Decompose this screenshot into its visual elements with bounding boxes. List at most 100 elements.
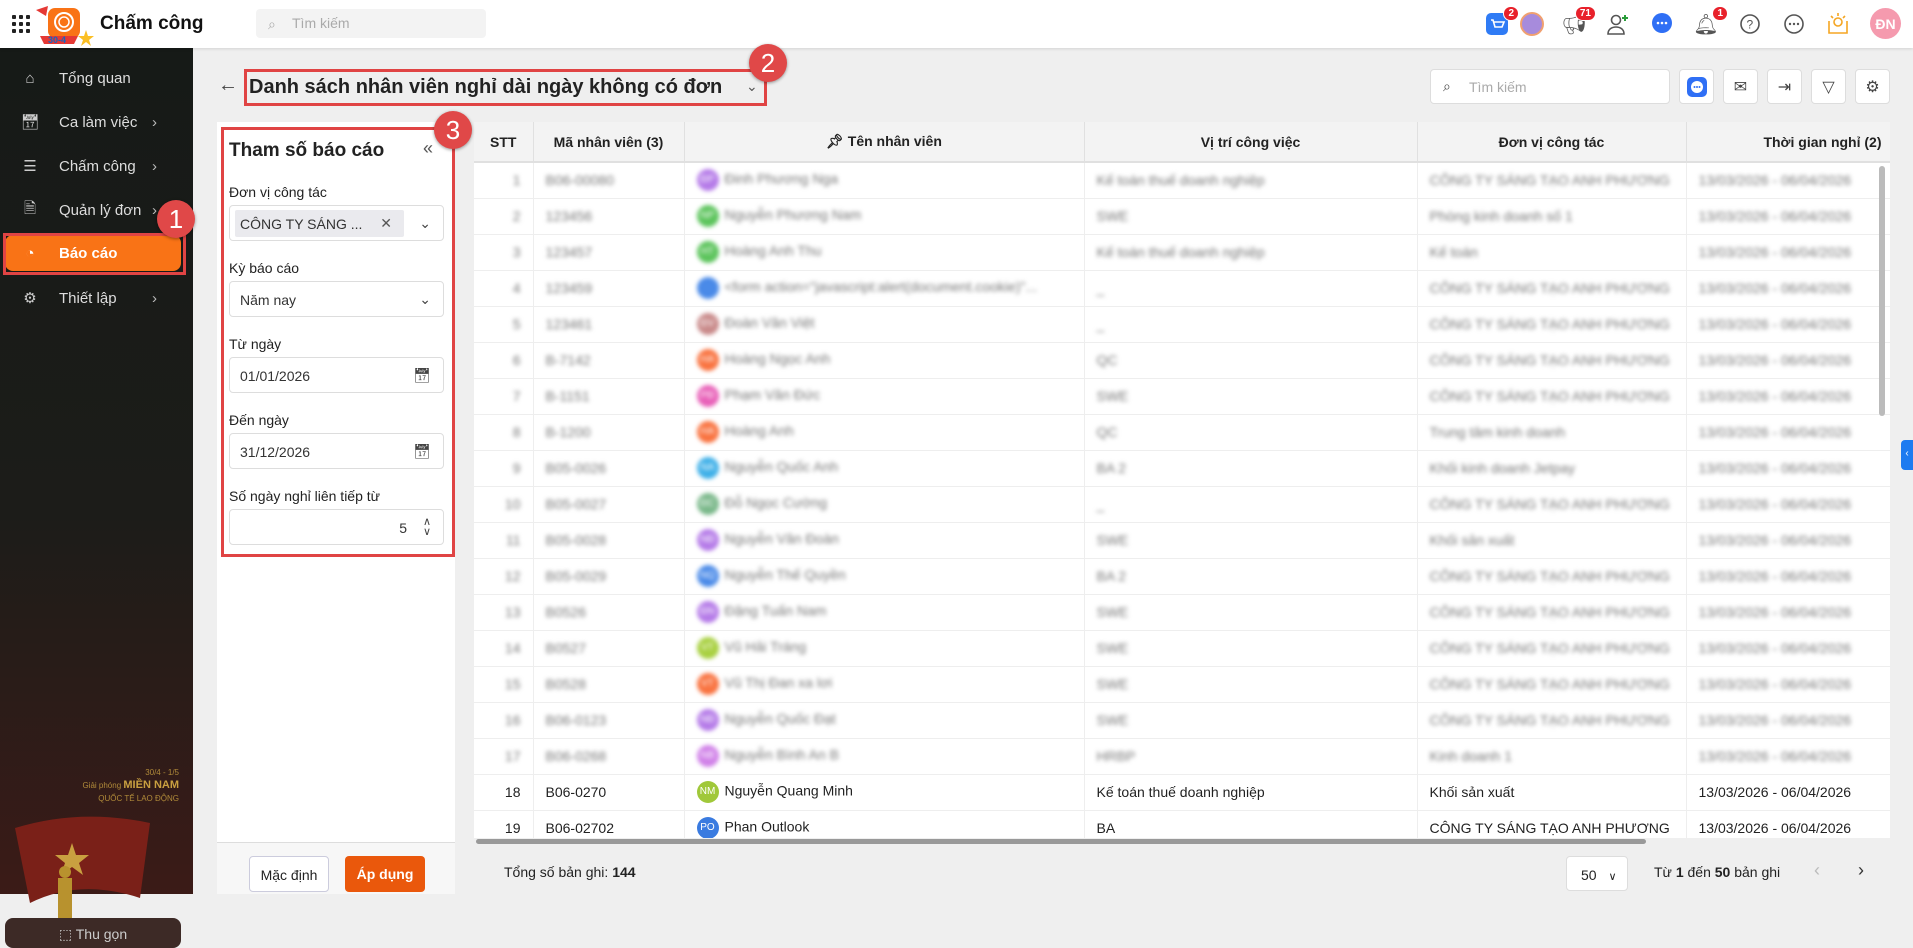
table-row[interactable]: 3 123457 HT Hoàng Anh Thu Kế toán thuế doanh… — [474, 234, 1890, 271]
notification-button[interactable]: 🔔︎ 1 — [1692, 6, 1728, 38]
more-button[interactable] — [1780, 10, 1808, 38]
table-row[interactable]: 17 B06-0268 NB Nguyễn Bình An B HRBP Kinh doa… — [474, 738, 1890, 775]
cell-time: 13/03/2026 - 06/04/2026 — [1686, 162, 1890, 199]
cell-unit: Trung tâm kinh doanh — [1417, 414, 1687, 451]
table-row[interactable]: 11 B05-0028 NĐ Nguyễn Văn Đoàn SWE Khối sản x… — [474, 522, 1890, 559]
collapse-sidebar-button[interactable]: ⬚ Thu gọn — [5, 918, 181, 948]
col-header-position[interactable]: Vị trí công việc — [1084, 122, 1418, 163]
chat-button[interactable] — [1648, 10, 1676, 38]
employee-name[interactable]: Đỗ Ngọc Cường — [725, 495, 828, 511]
sidebar-item-reports[interactable]: ◔ Báo cáo — [5, 235, 181, 271]
user-avatar[interactable]: ĐN — [1870, 8, 1901, 39]
employee-name[interactable]: Đinh Phương Nga — [725, 171, 839, 187]
vertical-scrollbar[interactable] — [1879, 166, 1885, 416]
announcement-button[interactable]: 📢︎ 71 — [1560, 6, 1596, 38]
employee-name[interactable]: Nguyễn Quốc Đạt — [725, 711, 836, 727]
employee-name[interactable]: Vũ Thị Đan xa lơi — [725, 675, 833, 691]
table-row[interactable]: 19 B06-02702 PO Phan Outlook BA CÔNG TY SÁNG … — [474, 810, 1890, 838]
employee-name[interactable]: Hoàng Anh — [725, 423, 794, 439]
employee-name[interactable]: Nguyễn Bình An B — [725, 747, 839, 763]
employee-name[interactable]: Nguyễn Quốc Anh — [725, 459, 839, 475]
add-user-button[interactable] — [1604, 10, 1632, 38]
email-button[interactable]: ✉ — [1723, 69, 1758, 104]
employee-name[interactable]: Đoàn Văn Việt — [725, 315, 815, 331]
back-arrow-icon[interactable]: ← — [218, 74, 238, 97]
default-button[interactable]: Mặc định — [249, 856, 329, 892]
sidebar-item-overview[interactable]: ⌂ Tổng quan — [5, 60, 183, 96]
table-search-input[interactable]: ⌕ Tìm kiếm — [1430, 69, 1670, 104]
table-row[interactable]: 10 B05-0027 ĐC Đỗ Ngọc Cường _ CÔNG TY SÁNG T… — [474, 486, 1890, 523]
employee-name[interactable]: Hoàng Anh Thu — [725, 243, 822, 259]
employee-name[interactable]: Nguyễn Phương Nam — [725, 207, 862, 223]
cell-time: 13/03/2026 - 06/04/2026 — [1686, 342, 1890, 379]
table-row[interactable]: 4 123459 <form action="javascript:alert(do… — [474, 270, 1890, 307]
table-row[interactable]: 18 B06-0270 NM Nguyễn Quang Minh Kế toán thu… — [474, 774, 1890, 811]
calendar-icon[interactable]: 📅︎ — [413, 443, 431, 460]
table-row[interactable]: 8 B-1200 HA Hoàng Anh QC Trung tâm kinh doanh… — [474, 414, 1890, 451]
unit-select[interactable]: CÔNG TY SÁNG ... ✕ ⌄ — [229, 205, 444, 241]
sidebar-item-settings[interactable]: ⚙ Thiết lập › — [5, 280, 183, 316]
employee-name[interactable]: Nguyễn Văn Đoàn — [725, 531, 839, 547]
sidebar-item-attendance[interactable]: ☰ Chấm công › — [5, 148, 183, 184]
employee-name[interactable]: Vũ Hải Tráng — [725, 639, 807, 655]
employee-name[interactable]: Nguyễn Thế Quyền — [725, 567, 846, 583]
col-header-unit[interactable]: Đơn vị công tác — [1417, 122, 1687, 163]
cell-code: B06-02702 — [533, 810, 685, 838]
employee-name[interactable]: Nguyễn Quang Minh — [725, 783, 853, 799]
table-row[interactable]: 2 123456 NP Nguyễn Phương Nam SWE Phòng kinh … — [474, 198, 1890, 235]
calendar-icon[interactable]: 📅︎ — [413, 367, 431, 384]
prev-page-button[interactable]: ‹ — [1814, 860, 1820, 881]
promo-banner: 30/4 - 1/5 Giải phóng MIỀN NAM QUỐC TẾ LAO… — [0, 748, 193, 928]
chevron-down-icon[interactable]: ⌄ — [746, 78, 758, 95]
table-row[interactable]: 12 B05-0029 NQ Nguyễn Thế Quyền BA 2 CÔNG TY … — [474, 558, 1890, 595]
col-header-name[interactable]: 📌︎ Tên nhân viên — [684, 122, 1085, 163]
table-row[interactable]: 15 B0528 VT Vũ Thị Đan xa lơi SWE CÔNG TY SÁN… — [474, 666, 1890, 703]
table-row[interactable]: 14 B0527 VT Vũ Hải Tráng SWE CÔNG TY SÁNG TẠO… — [474, 630, 1890, 667]
to-date-input[interactable]: 31/12/2026 📅︎ — [229, 433, 444, 469]
page-size-select[interactable]: 50 ∨ — [1566, 856, 1628, 891]
avatar: NĐ — [696, 529, 719, 551]
period-label: Kỳ báo cáo — [229, 260, 300, 276]
col-header-time[interactable]: Thời gian nghỉ (2) — [1686, 122, 1890, 163]
table-row[interactable]: 9 B05-0026 NA Nguyễn Quốc Anh BA 2 Khối kinh … — [474, 450, 1890, 487]
employee-name[interactable]: Hoàng Ngọc Anh — [725, 351, 831, 367]
collapse-panel-icon[interactable]: « — [423, 138, 433, 159]
side-panel-toggle[interactable]: ‹ — [1901, 440, 1913, 470]
table-row[interactable]: 1 B06-00080 ĐP Đinh Phương Nga Kế toán thuế … — [474, 162, 1890, 199]
cell-code: B0528 — [533, 666, 685, 703]
global-search-input[interactable]: ⌕ Tìm kiếm — [256, 9, 486, 38]
next-page-button[interactable]: › — [1858, 860, 1864, 881]
sidebar-item-requests[interactable]: 🗎 Quản lý đơn › — [5, 192, 183, 228]
help-button[interactable]: ? — [1736, 10, 1764, 38]
employee-name[interactable]: Phan Outlook — [725, 819, 810, 835]
chat-share-button[interactable] — [1679, 69, 1714, 104]
table-row[interactable]: 7 B-1151 PĐ Phạm Văn Đức SWE CÔNG TY SÁNG TẠO… — [474, 378, 1890, 415]
cell-name: VT Vũ Hải Tráng — [684, 630, 1085, 667]
employee-name[interactable]: <form action="javascript:alert(document.… — [725, 279, 1038, 295]
cell-time: 13/03/2026 - 06/04/2026 — [1686, 270, 1890, 307]
col-header-code[interactable]: Mã nhân viên (3) — [533, 122, 685, 163]
settings-button[interactable]: ⚙ — [1855, 69, 1890, 104]
apply-button[interactable]: Áp dụng — [345, 856, 425, 892]
days-stepper[interactable]: 5 ∧ ∨ — [229, 509, 444, 545]
employee-name[interactable]: Đặng Tuấn Nam — [725, 603, 827, 619]
app-grid-icon[interactable] — [12, 15, 30, 33]
tips-button[interactable] — [1824, 10, 1852, 38]
pin-icon[interactable]: 📌︎ — [826, 133, 844, 149]
table-row[interactable]: 16 B06-0123 NĐ Nguyễn Quốc Đạt SWE CÔNG TY SÁ… — [474, 702, 1890, 739]
col-header-stt[interactable]: STT — [474, 122, 534, 163]
user-avatar-image[interactable] — [1518, 10, 1546, 38]
cart-button[interactable]: 2 — [1483, 6, 1519, 38]
table-row[interactable]: 5 123461 ĐV Đoàn Văn Việt _ CÔNG TY SÁNG TẠO … — [474, 306, 1890, 343]
sidebar-item-shifts[interactable]: 📅︎ Ca làm việc › — [5, 104, 183, 140]
close-icon[interactable]: ✕ — [380, 215, 392, 232]
employee-name[interactable]: Phạm Văn Đức — [725, 387, 821, 403]
from-date-input[interactable]: 01/01/2026 📅︎ — [229, 357, 444, 393]
stepper-arrows-icon[interactable]: ∧ ∨ — [423, 517, 431, 538]
table-row[interactable]: 6 B-7142 HA Hoàng Ngọc Anh QC CÔNG TY SÁNG TẠ… — [474, 342, 1890, 379]
page-title[interactable]: Danh sách nhân viên nghỉ dài ngày không … — [249, 76, 722, 99]
filter-button[interactable]: ▽ — [1811, 69, 1846, 104]
export-button[interactable]: ⇥ — [1767, 69, 1802, 104]
period-select[interactable]: Năm nay ⌄ — [229, 281, 444, 317]
table-row[interactable]: 13 B0526 ĐN Đặng Tuấn Nam SWE CÔNG TY SÁNG TẠ… — [474, 594, 1890, 631]
